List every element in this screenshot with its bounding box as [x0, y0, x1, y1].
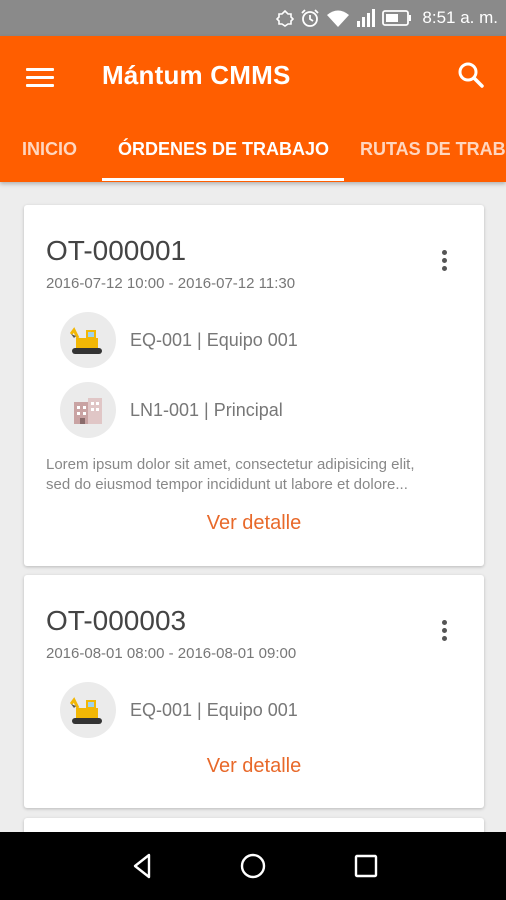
- more-options-icon[interactable]: [434, 617, 454, 647]
- search-icon[interactable]: [456, 60, 486, 90]
- description-line: sed do eiusmod tempor incididunt ut labo…: [46, 476, 408, 493]
- equipment-label: EQ-001 | Equipo 001: [130, 329, 298, 350]
- recents-icon[interactable]: [350, 850, 382, 882]
- tab-rutas-de-trabajo[interactable]: RUTAS DE TRABA: [360, 122, 506, 182]
- battery-icon: [382, 10, 412, 26]
- tab-bar: INICIO ÓRDENES DE TRABAJO RUTAS DE TRABA: [0, 122, 506, 182]
- alarm-icon: [300, 8, 320, 28]
- system-nav-bar: [0, 832, 506, 900]
- active-tab-indicator: [102, 178, 344, 181]
- equipment-label: EQ-001 | Equipo 001: [130, 699, 298, 720]
- wifi-icon: [326, 9, 350, 27]
- more-options-icon[interactable]: [434, 247, 454, 277]
- work-order-title: OT-000003: [46, 605, 187, 636]
- view-detail-link[interactable]: Ver detalle: [24, 512, 484, 535]
- notification-icon: [276, 9, 295, 27]
- tab-inicio[interactable]: INICIO: [22, 122, 77, 182]
- menu-icon[interactable]: [26, 64, 54, 88]
- building-icon: [60, 382, 116, 438]
- equipment-row: EQ-001 | Equipo 001: [60, 682, 298, 738]
- app-bar: Mántum CMMS INICIO ÓRDENES DE TRABAJO RU…: [0, 36, 506, 182]
- excavator-icon: [60, 682, 116, 738]
- location-label: LN1-001 | Principal: [130, 399, 283, 420]
- app-title: Mántum CMMS: [102, 60, 291, 90]
- work-order-title: OT-000001: [46, 235, 187, 266]
- work-order-dates: 2016-08-01 08:00 - 2016-08-01 09:00: [46, 645, 297, 662]
- status-time: 8:51 a. m.: [422, 8, 498, 27]
- work-order-description: Lorem ipsum dolor sit amet, consectetur …: [46, 455, 466, 495]
- excavator-icon: [60, 312, 116, 368]
- work-order-dates: 2016-07-12 10:00 - 2016-07-12 11:30: [46, 275, 296, 292]
- view-detail-link[interactable]: Ver detalle: [24, 755, 484, 778]
- equipment-row: EQ-001 | Equipo 001: [60, 312, 298, 368]
- work-order-card[interactable]: OT-000001 2016-07-12 10:00 - 2016-07-12 …: [24, 205, 484, 566]
- home-icon[interactable]: [237, 850, 269, 882]
- status-bar: 8:51 a. m.: [0, 0, 506, 36]
- description-line: Lorem ipsum dolor sit amet, consectetur …: [46, 456, 415, 473]
- back-icon[interactable]: [127, 850, 159, 882]
- signal-icon: [356, 9, 376, 27]
- work-order-card[interactable]: OT-000003 2016-08-01 08:00 - 2016-08-01 …: [24, 575, 484, 808]
- location-row: LN1-001 | Principal: [60, 382, 283, 438]
- tab-ordenes-de-trabajo[interactable]: ÓRDENES DE TRABAJO: [118, 122, 329, 182]
